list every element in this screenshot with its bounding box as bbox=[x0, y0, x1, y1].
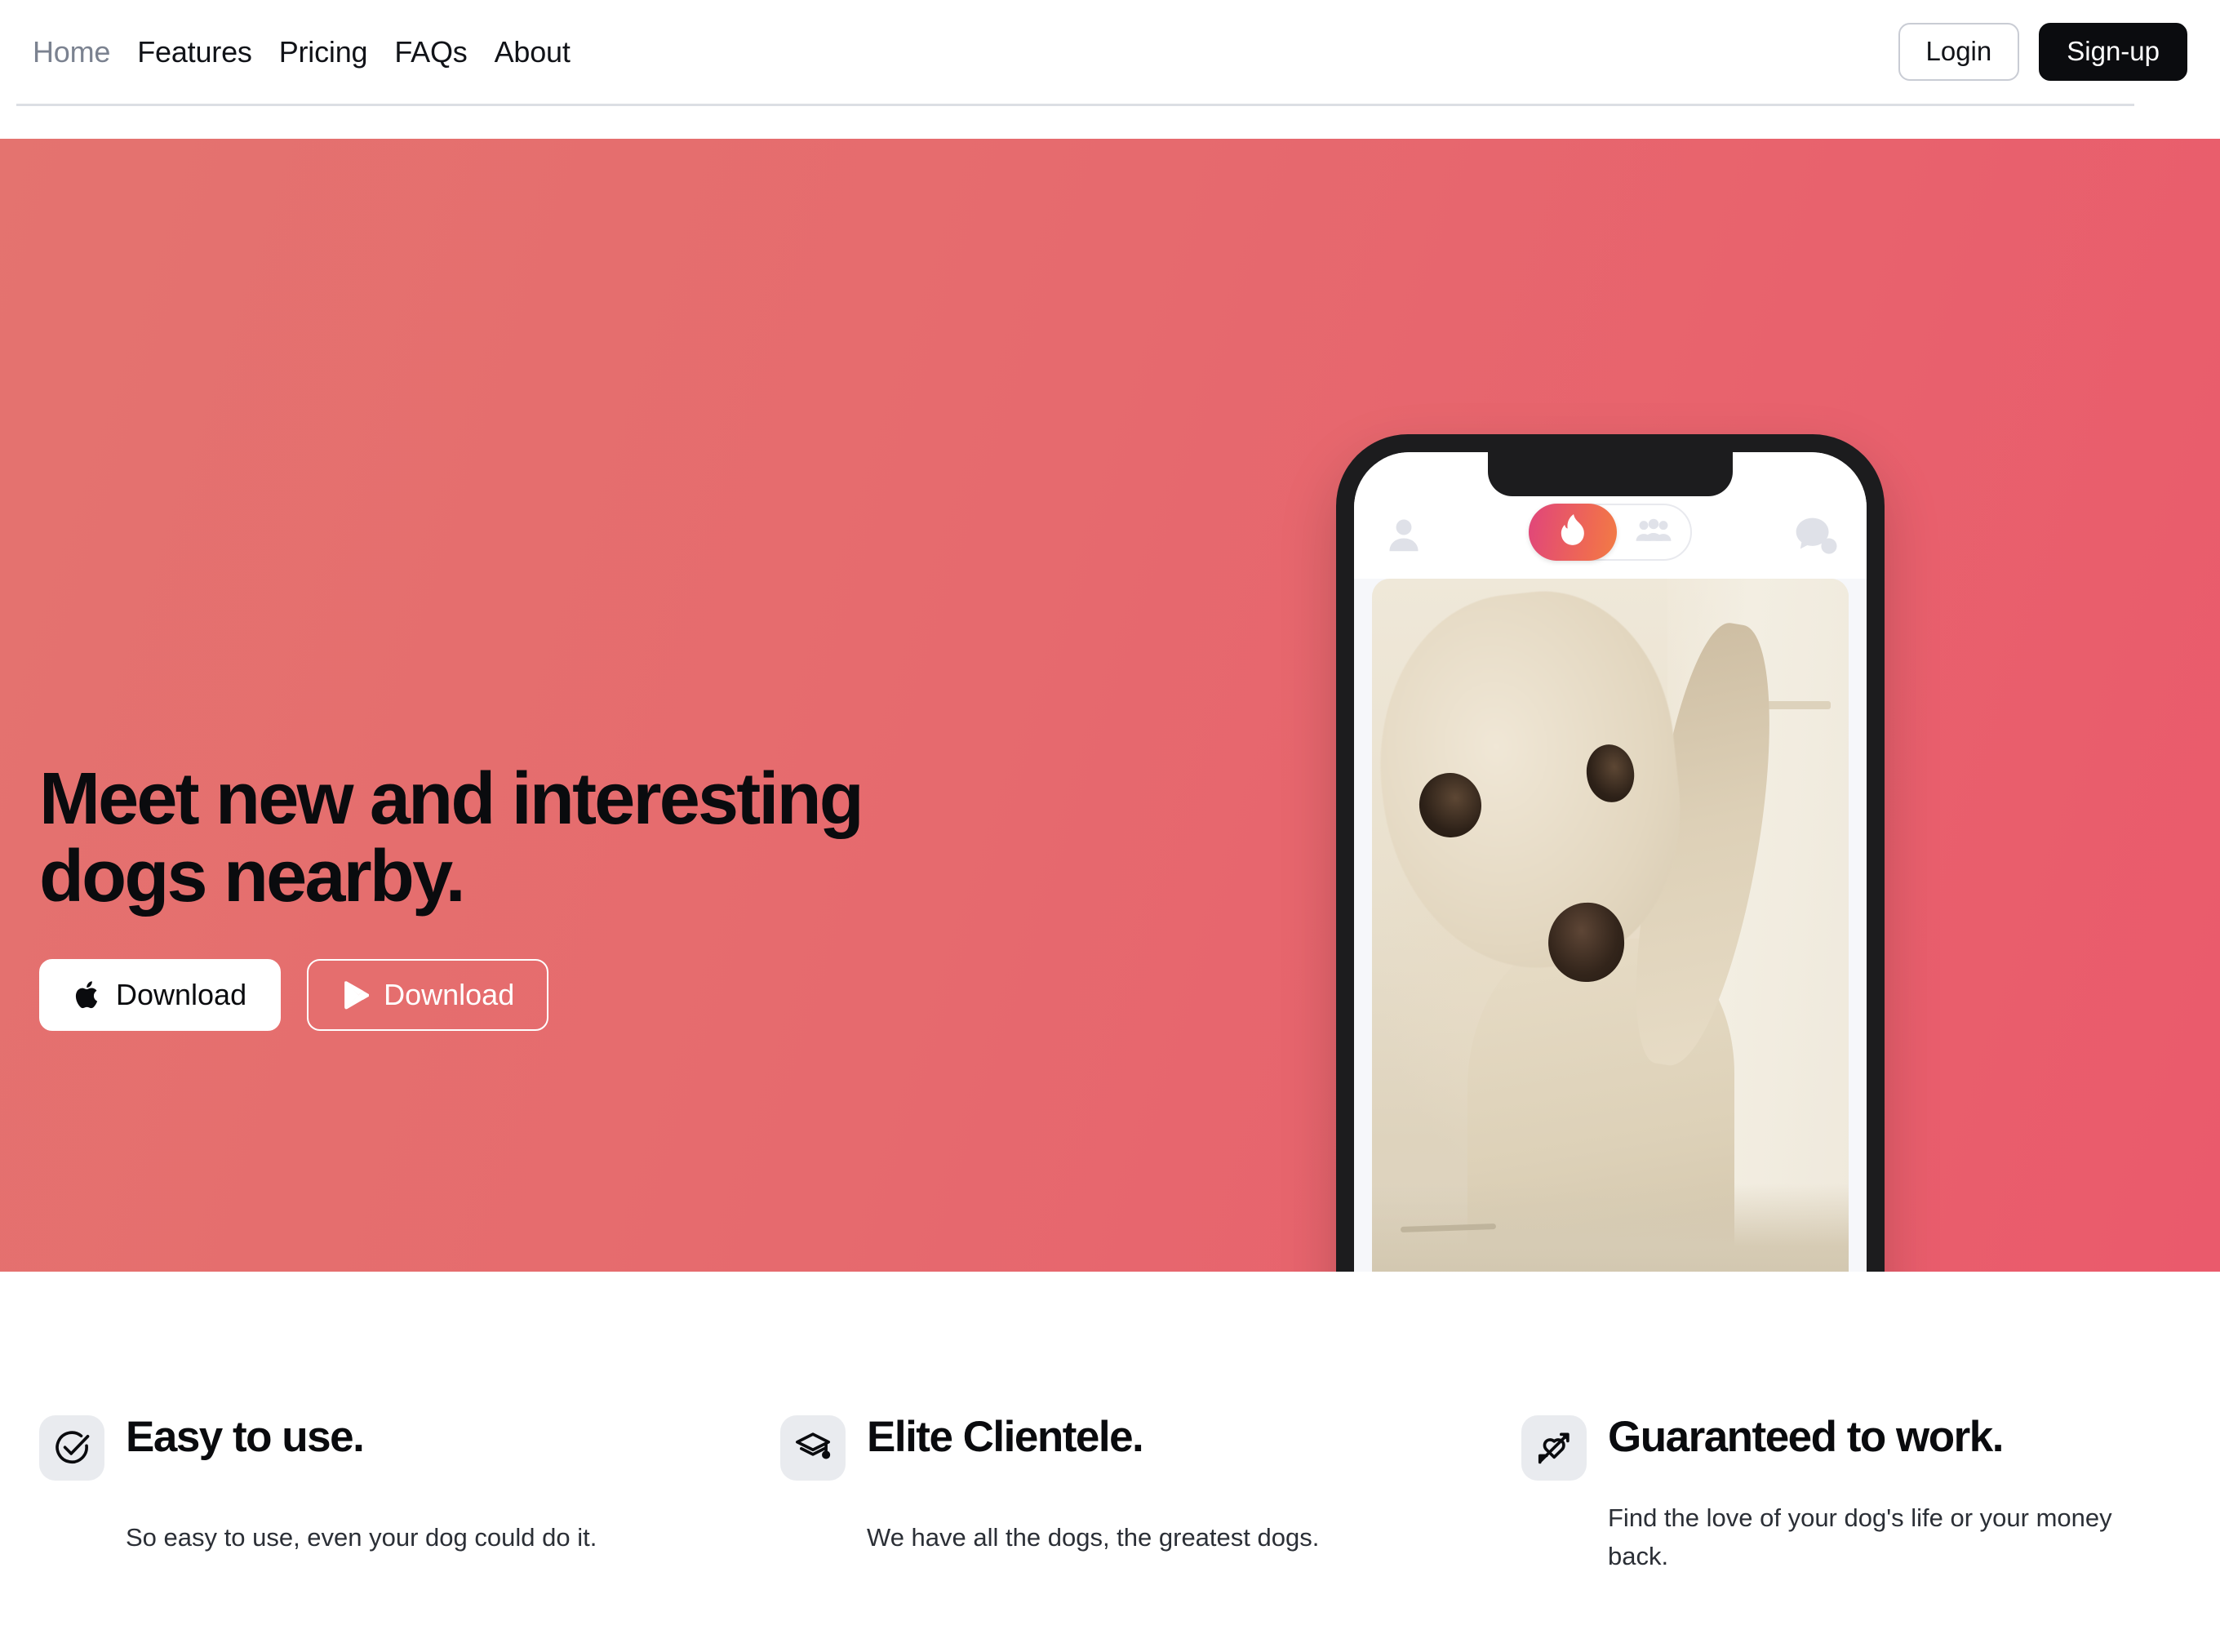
nav-link-about[interactable]: About bbox=[495, 35, 571, 69]
feature-guaranteed-to-work: Guaranteed to work. Find the love of you… bbox=[1521, 1413, 2181, 1575]
nav-link-faqs[interactable]: FAQs bbox=[394, 35, 467, 69]
flame-icon bbox=[1558, 513, 1587, 552]
dog-photo bbox=[1372, 579, 1849, 1272]
phone-frame bbox=[1336, 434, 1885, 1272]
feature-title: Easy to use. bbox=[126, 1413, 365, 1461]
hero-section: Meet new and interesting dogs nearby. Do… bbox=[0, 139, 2220, 1272]
feature-title: Elite Clientele. bbox=[867, 1413, 1144, 1461]
feature-description: We have all the dogs, the greatest dogs. bbox=[867, 1522, 1320, 1552]
person-icon[interactable] bbox=[1382, 513, 1426, 561]
phone-notch bbox=[1488, 452, 1733, 496]
nav-item-pricing[interactable]: Pricing bbox=[279, 35, 368, 69]
heart-arrow-icon bbox=[1521, 1415, 1587, 1481]
graduation-cap-icon bbox=[780, 1415, 846, 1481]
chat-bubble-icon[interactable] bbox=[1795, 516, 1839, 561]
toggle-option-discover[interactable] bbox=[1529, 504, 1617, 561]
download-google-play-button[interactable]: Download bbox=[307, 959, 549, 1031]
photo-floor bbox=[1372, 1183, 1849, 1272]
nav-link-pricing[interactable]: Pricing bbox=[279, 35, 368, 69]
login-button[interactable]: Login bbox=[1898, 23, 2020, 81]
download-google-play-label: Download bbox=[384, 978, 515, 1011]
app-mode-toggle[interactable] bbox=[1529, 504, 1692, 561]
feature-description: Find the love of your dog's life or your… bbox=[1608, 1503, 2112, 1571]
download-app-store-button[interactable]: Download bbox=[39, 959, 282, 1031]
feature-title: Guaranteed to work. bbox=[1608, 1413, 2004, 1461]
nav-item-features[interactable]: Features bbox=[137, 35, 252, 69]
nav-link-home[interactable]: Home bbox=[33, 35, 110, 69]
hero-copy: Meet new and interesting dogs nearby. Do… bbox=[39, 761, 1019, 1031]
features-section: Easy to use. So easy to use, even your d… bbox=[0, 1272, 2220, 1576]
nav-item-about[interactable]: About bbox=[495, 35, 571, 69]
features-grid: Easy to use. So easy to use, even your d… bbox=[39, 1413, 2181, 1575]
google-play-icon bbox=[341, 979, 370, 1010]
apple-icon bbox=[73, 979, 101, 1011]
nav-link-features[interactable]: Features bbox=[137, 35, 252, 69]
nav-item-faqs[interactable]: FAQs bbox=[394, 35, 467, 69]
signup-button[interactable]: Sign-up bbox=[2039, 23, 2187, 81]
site-header: Home Features Pricing FAQs About Login S… bbox=[0, 0, 2220, 139]
feature-easy-to-use: Easy to use. So easy to use, even your d… bbox=[39, 1413, 699, 1575]
check-circle-icon bbox=[39, 1415, 104, 1481]
hero-download-buttons: Download Download bbox=[39, 959, 1019, 1031]
header-actions: Login Sign-up bbox=[1898, 23, 2187, 81]
feature-elite-clientele: Elite Clientele. We have all the dogs, t… bbox=[780, 1413, 1440, 1575]
header-divider bbox=[16, 104, 2134, 106]
feature-description: So easy to use, even your dog could do i… bbox=[126, 1522, 597, 1552]
people-icon bbox=[1634, 516, 1673, 549]
toggle-option-groups[interactable] bbox=[1617, 516, 1690, 549]
nav-item-home[interactable]: Home bbox=[33, 35, 110, 69]
phone-mockup bbox=[1336, 434, 1885, 1272]
header-inner: Home Features Pricing FAQs About Login S… bbox=[16, 0, 2204, 104]
hero-title: Meet new and interesting dogs nearby. bbox=[39, 758, 864, 917]
nav-list: Home Features Pricing FAQs About bbox=[33, 35, 571, 69]
download-app-store-label: Download bbox=[116, 978, 247, 1011]
phone-screen bbox=[1354, 452, 1867, 1272]
dog-photo-card[interactable] bbox=[1372, 579, 1849, 1272]
main-navigation: Home Features Pricing FAQs About bbox=[33, 35, 571, 69]
